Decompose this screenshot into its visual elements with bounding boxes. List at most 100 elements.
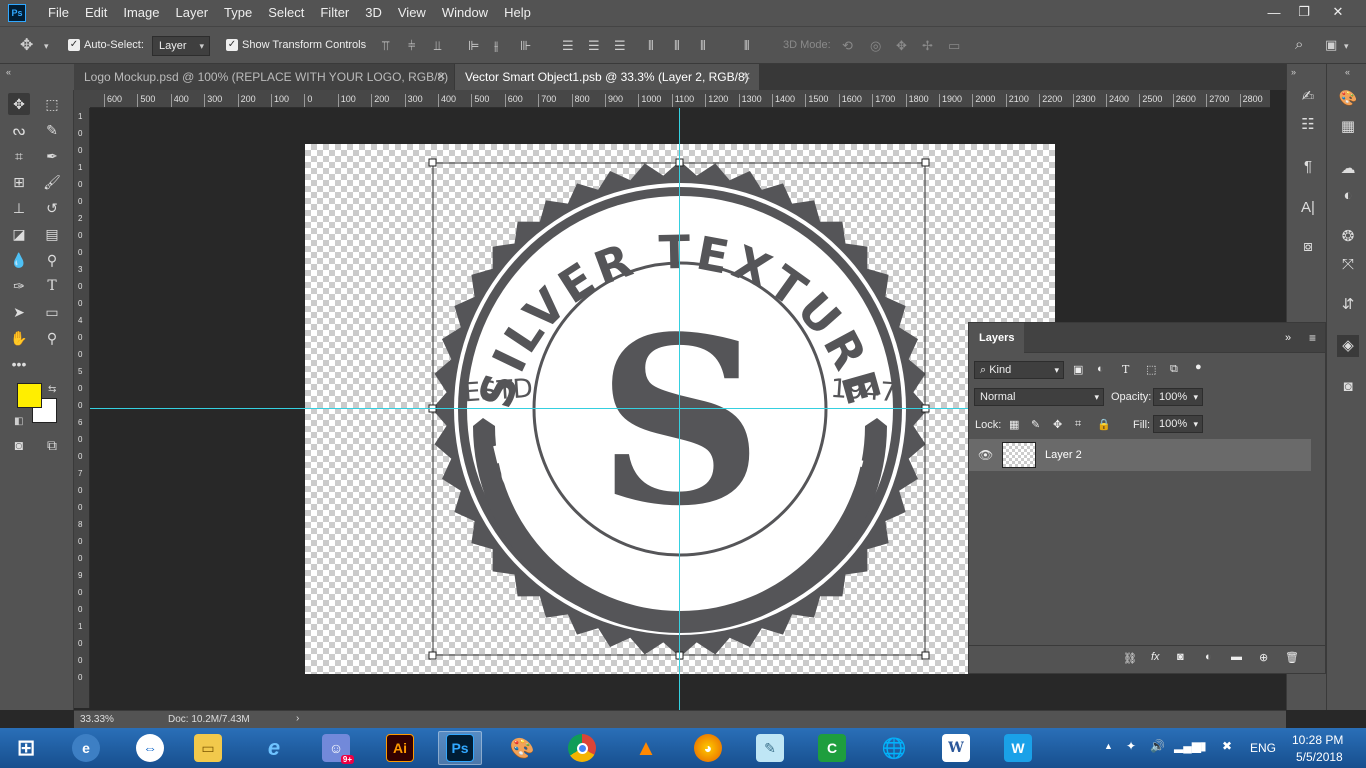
taskbar-app-blue[interactable]: W [996, 731, 1040, 765]
taskbar-app-chrome[interactable] [560, 731, 604, 765]
eraser-tool-icon[interactable]: ◪ [8, 223, 30, 245]
pen-tool-icon[interactable]: ✑ [8, 275, 30, 297]
menu-view[interactable]: View [390, 0, 434, 26]
move-tool-icon[interactable]: ✥ [8, 93, 30, 115]
auto-select-dropdown[interactable]: Layer ▾ [152, 36, 210, 56]
taskbar-app-vlc[interactable]: ▲ [624, 731, 668, 765]
filter-adjustment-icon[interactable]: ◐ [1097, 363, 1104, 375]
filter-type-icon[interactable]: T [1122, 363, 1129, 376]
menu-layer[interactable]: Layer [168, 0, 217, 26]
taskbar-app-firefox[interactable]: ◕ [686, 731, 730, 765]
blend-mode-dropdown[interactable]: Normal ▾ [974, 388, 1104, 406]
volume-icon[interactable]: 🔊 [1150, 739, 1165, 753]
menu-select[interactable]: Select [260, 0, 312, 26]
taskbar-app-explorer[interactable]: ▭ [186, 731, 230, 765]
distribute-right-icon[interactable]: ⦀ [700, 38, 706, 54]
tab-vector-smart-object[interactable]: Vector Smart Object1.psb @ 33.3% (Layer … [455, 64, 759, 90]
taskbar-app-notes[interactable]: ✎ [748, 731, 792, 765]
lock-transparent-icon[interactable]: ▦ [1009, 418, 1019, 431]
eye-icon[interactable]: 👁 [978, 448, 993, 462]
taskbar-app-ie[interactable]: e [64, 731, 108, 765]
blur-tool-icon[interactable]: 💧 [8, 249, 30, 271]
lock-position-icon[interactable]: ✥ [1053, 418, 1062, 431]
layer-thumbnail[interactable] [1002, 442, 1036, 468]
lock-all-icon[interactable]: 🔒 [1097, 418, 1111, 431]
hand-tool-icon[interactable]: ✋ [8, 327, 30, 349]
horizontal-ruler[interactable]: 600 500 400 300 200 100 0 100 200 300 400 500 600 700… [90, 90, 1270, 108]
tab-logo-mockup[interactable]: Logo Mockup.psd @ 100% (REPLACE WITH YOU… [74, 64, 454, 110]
chevron-down-icon[interactable]: ▾ [44, 38, 49, 54]
align-bottom-icon[interactable]: ⫫ [434, 38, 441, 54]
close-icon[interactable]: ✕ [437, 64, 446, 90]
lock-image-icon[interactable]: ✎ [1031, 418, 1040, 431]
brush-panel-icon[interactable]: ✍ [1297, 86, 1319, 108]
clock-date[interactable]: 5/5/2018 [1296, 750, 1343, 764]
align-left-icon[interactable]: ⊫ [468, 38, 479, 54]
align-top-icon[interactable]: ⫪ [382, 38, 389, 54]
new-layer-icon[interactable]: ⊕ [1259, 651, 1268, 664]
minimize-button[interactable]: — [1258, 0, 1290, 24]
screen-mode-icon[interactable]: ⧉ [41, 434, 63, 456]
menu-3d[interactable]: 3D [357, 0, 390, 26]
collapse-icon[interactable]: « [1345, 64, 1350, 80]
distribute-bottom-icon[interactable]: ☰ [614, 38, 626, 54]
handle-bottom-right[interactable] [921, 651, 930, 660]
language-indicator[interactable]: ENG [1250, 741, 1276, 755]
taskbar-app-network[interactable]: 🌐 [872, 731, 916, 765]
filter-smart-object-icon[interactable]: ⧉ [1170, 363, 1178, 376]
history-panel-icon[interactable]: ⇵ [1337, 294, 1359, 316]
brush-tool-icon[interactable]: 🖌 [41, 171, 63, 193]
spot-healing-tool-icon[interactable]: ⊞ [8, 171, 30, 193]
align-vcenter-icon[interactable]: ⫩ [408, 38, 415, 54]
align-right-icon[interactable]: ⊪ [520, 38, 531, 54]
distribute-vcenter-icon[interactable]: ☰ [588, 38, 600, 54]
marquee-tool-icon[interactable]: ⬚ [41, 93, 63, 115]
fx-icon[interactable]: fx [1151, 651, 1160, 663]
swatches-panel-icon[interactable]: ▦ [1337, 116, 1359, 138]
taskbar-app-illustrator[interactable]: Ai [378, 731, 422, 765]
taskbar-app-word[interactable]: W [934, 731, 978, 765]
vertical-ruler[interactable]: 1 0 0 1 0 0 2 0 0 3 0 0 4 0 0 5 0 0 6 0 0 7 0 0 8 0 0 9 0 0 1 0 0 0 [74, 108, 90, 708]
pan-3d-icon[interactable]: ✥ [896, 38, 907, 54]
tray-network-app-icon[interactable]: ✦ [1126, 739, 1136, 753]
menu-filter[interactable]: Filter [312, 0, 357, 26]
horizontal-guide[interactable] [90, 408, 970, 409]
trash-icon[interactable]: 🗑 [1285, 651, 1299, 664]
start-button[interactable]: ⊞ [4, 731, 48, 765]
taskbar-app-photoshop[interactable]: Ps [438, 731, 482, 765]
menu-window[interactable]: Window [434, 0, 496, 26]
filter-toggle-icon[interactable]: ● [1195, 361, 1202, 373]
scale-3d-icon[interactable]: ▭ [948, 38, 960, 54]
workspace-icon[interactable]: ▣ [1325, 37, 1337, 53]
lock-artboard-icon[interactable]: ⌗ [1075, 418, 1081, 431]
taskbar-app-internet-explorer[interactable]: e [252, 731, 296, 765]
layer-name[interactable]: Layer 2 [1045, 449, 1082, 461]
crop-tool-icon[interactable]: ⌗ [8, 145, 30, 167]
panel-menu-icon[interactable]: ≡ [1309, 331, 1316, 345]
lasso-tool-icon[interactable]: ᔓ [8, 119, 30, 141]
opacity-input[interactable]: 100% ▾ [1153, 388, 1203, 406]
toolbar-grip[interactable]: « [0, 64, 74, 90]
brush-settings-icon[interactable]: ☷ [1297, 114, 1319, 136]
vertical-guide[interactable] [679, 108, 680, 710]
glyphs-panel-icon[interactable]: ⧇ [1297, 236, 1319, 258]
dodge-tool-icon[interactable]: ⚲ [41, 249, 63, 271]
collapse-icon[interactable]: « [6, 64, 11, 80]
tray-chevron-icon[interactable]: ▲ [1104, 741, 1113, 751]
filter-shape-icon[interactable]: ⬚ [1146, 363, 1156, 376]
layers-tab[interactable]: Layers [969, 323, 1025, 353]
restore-button[interactable]: ❐ [1288, 0, 1320, 24]
auto-align-icon[interactable]: ⫴ [744, 38, 749, 54]
more-tools-icon[interactable]: ••• [8, 353, 30, 375]
slide-3d-icon[interactable]: ✢ [922, 38, 933, 54]
history-brush-tool-icon[interactable]: ↺ [41, 197, 63, 219]
menu-file[interactable]: File [40, 0, 77, 26]
eyedropper-tool-icon[interactable]: ✒ [41, 145, 63, 167]
notification-icon[interactable]: ✖ [1222, 739, 1232, 753]
menu-help[interactable]: Help [496, 0, 539, 26]
channels-panel-icon[interactable]: ❂ [1337, 226, 1359, 248]
distribute-top-icon[interactable]: ☰ [562, 38, 574, 54]
quick-mask-icon[interactable]: ◙ [8, 434, 30, 456]
distribute-left-icon[interactable]: ⦀ [648, 38, 654, 54]
zoom-level[interactable]: 33.33% [80, 714, 114, 725]
